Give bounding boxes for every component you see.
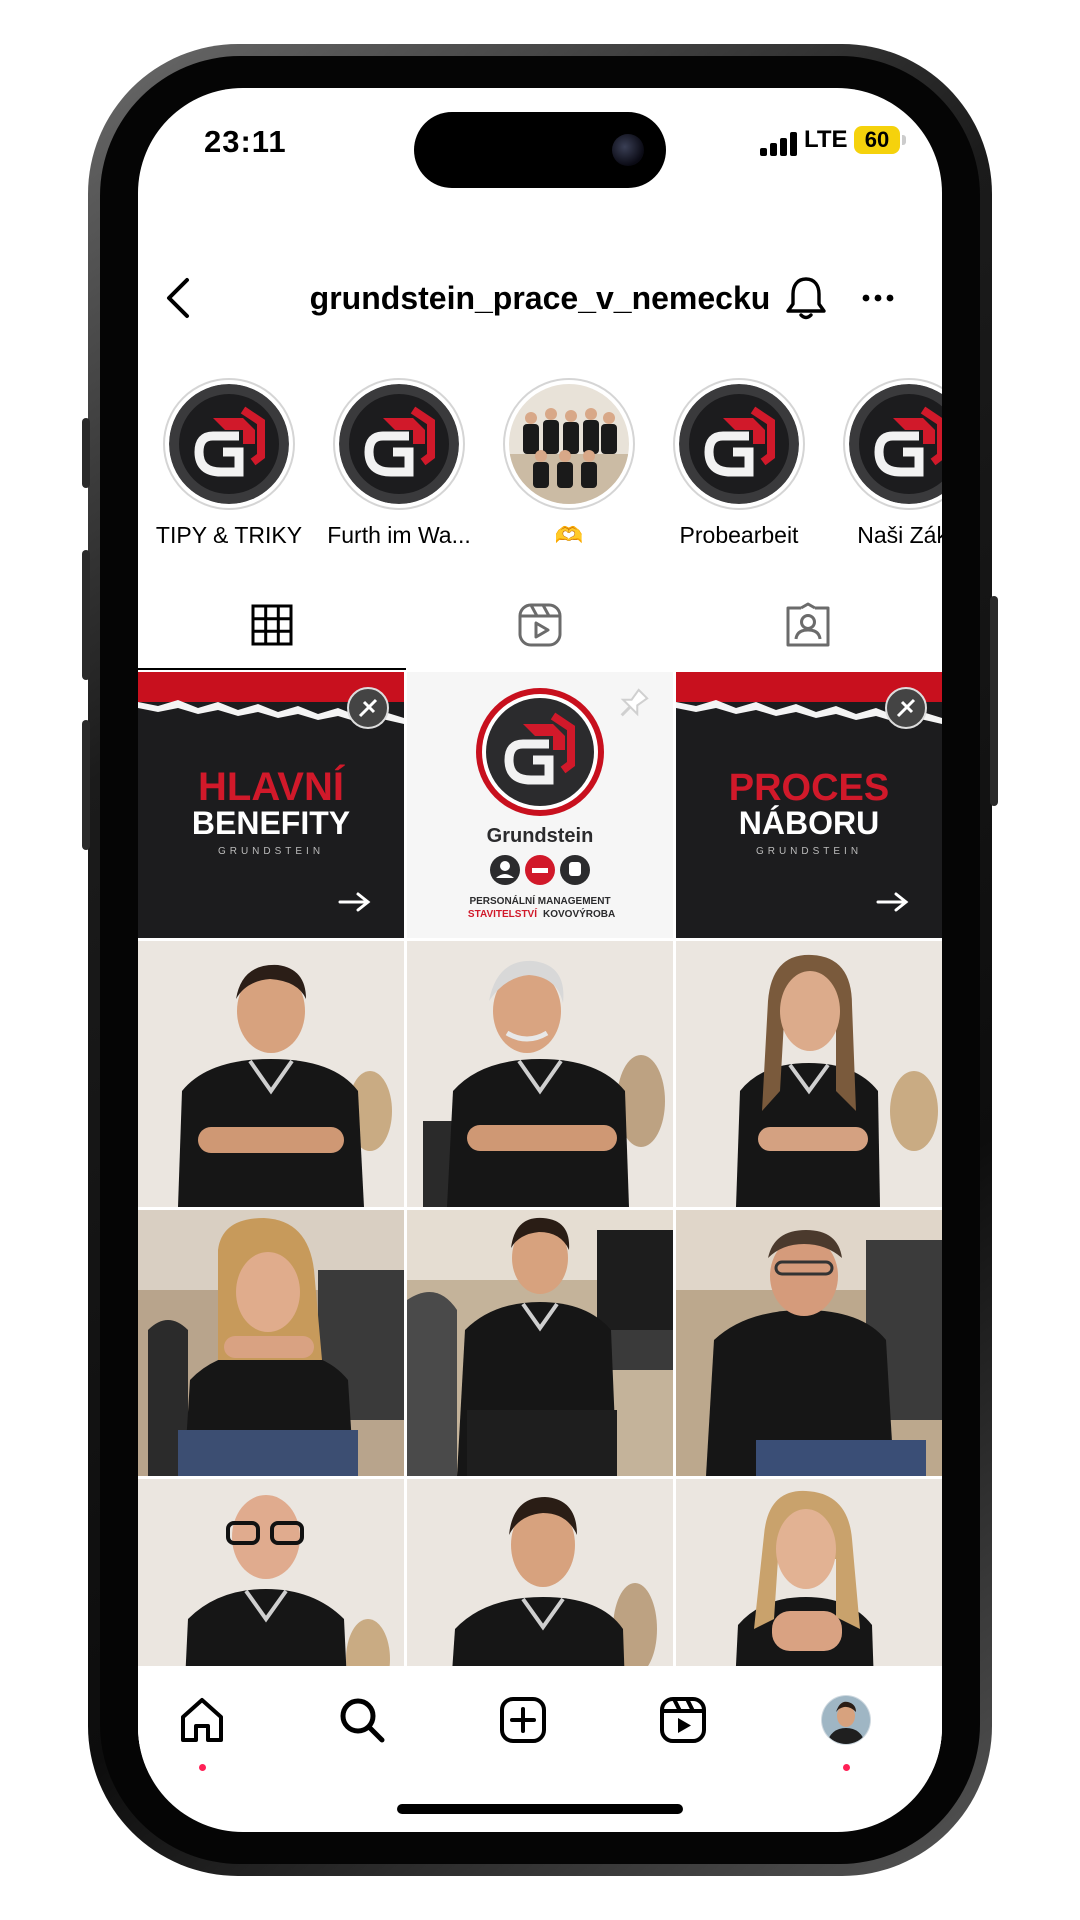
reels-icon [518,603,562,647]
highlight-tipy-triky[interactable]: TIPY & TRIKY [144,378,314,549]
post-title-line1: PROCES [729,767,889,809]
tab-tagged[interactable] [674,580,942,670]
post-subtitle-line1: PERSONÁLNÍ MANAGEMENT [469,894,610,907]
dynamic-island [414,112,666,188]
more-options-button[interactable] [854,274,902,322]
post-subtitle-line2a: STAVITELSTVÍ [468,907,537,920]
more-horizontal-icon [862,294,894,302]
post-portrait[interactable] [407,941,673,1207]
nav-create[interactable] [491,1688,555,1752]
post-subtitle-line2b: KOVOVÝROBA [543,907,615,920]
battery-tip [902,135,906,145]
highlight-label: 🫶 [554,522,584,548]
volume-down-button [82,720,90,850]
notification-dot [843,1764,850,1771]
highlight-ring [503,378,635,510]
story-highlights: TIPY & TRIKY Furth im Wa... 🫶 Probearbei… [138,378,942,548]
nav-reels[interactable] [651,1688,715,1752]
profile-header: grundstein_prace_v_nemecku [138,266,942,330]
grundstein-logo-icon [849,384,942,504]
notification-dot [199,1764,206,1771]
back-button[interactable] [156,266,200,330]
highlight-label: Naši Záka [857,522,942,548]
bell-icon [786,277,826,320]
network-type: LTE [804,126,848,153]
post-brand: GRUNDSTEIN [218,846,324,857]
highlight-label: TIPY & TRIKY [155,522,303,548]
post-portrait[interactable] [138,941,404,1207]
highlight-label: Furth im Wa... [327,522,471,548]
highlight-probearbeit[interactable]: Probearbeit [654,378,824,549]
nav-profile[interactable] [814,1688,878,1752]
action-button [82,418,90,488]
highlight-label: Probearbeit [679,522,799,548]
highlight-ring [843,378,942,510]
screen: 23:11 LTE 60 grundstein_prace_v_nemecku [138,88,942,1832]
reels-icon [660,1697,706,1743]
status-time: 23:11 [204,124,287,159]
highlight-nasi-zakaznici[interactable]: Naši Záka [824,378,942,549]
home-indicator [397,1804,683,1814]
chevron-left-icon [167,278,189,318]
post-portrait[interactable] [676,1210,942,1476]
post-portrait[interactable] [138,1210,404,1476]
post-grundstein-logo[interactable]: Grundstein PERSONÁLNÍ MANAGEMENT STAVITE… [407,672,673,938]
bottom-nav [138,1666,942,1776]
post-portrait[interactable] [676,941,942,1207]
search-icon [340,1698,385,1743]
active-tab-indicator [138,668,406,670]
profile-tabs [138,580,942,670]
status-bar: 23:11 LTE 60 [138,88,942,198]
highlight-ring [673,378,805,510]
post-hlavni-benefity[interactable]: HLAVNÍ BENEFITY GRUNDSTEIN [138,672,404,938]
plus-square-icon [500,1697,546,1743]
home-icon [181,1698,223,1742]
volume-up-button [82,550,90,680]
grundstein-logo-icon [169,384,289,504]
nav-search[interactable] [330,1688,394,1752]
grundstein-logo-icon [679,384,799,504]
post-proces-naboru[interactable]: PROCES NÁBORU GRUNDSTEIN [676,672,942,938]
post-brand: Grundstein [487,825,594,847]
post-brand: GRUNDSTEIN [756,846,862,857]
post-title-line2: NÁBORU [739,805,879,841]
notifications-button[interactable] [782,274,830,322]
power-button [990,596,998,806]
team-photo [509,384,629,504]
nav-home[interactable] [170,1688,234,1752]
highlight-furth-im-wald[interactable]: Furth im Wa... [314,378,484,549]
post-portrait[interactable] [407,1210,673,1476]
battery-indicator: 60 [854,126,900,154]
highlight-team[interactable]: 🫶 [484,378,654,549]
grid-icon [251,604,293,646]
profile-avatar-icon [821,1695,871,1745]
tab-posts[interactable] [138,580,406,670]
signal-icon [760,132,798,156]
post-title-line1: HLAVNÍ [198,764,345,809]
front-camera [612,134,644,166]
tab-reels[interactable] [406,580,674,670]
highlight-ring [333,378,465,510]
highlight-ring [163,378,295,510]
post-title-line2: BENEFITY [192,805,350,841]
grundstein-logo-icon [339,384,459,504]
tagged-user-icon [786,602,830,647]
